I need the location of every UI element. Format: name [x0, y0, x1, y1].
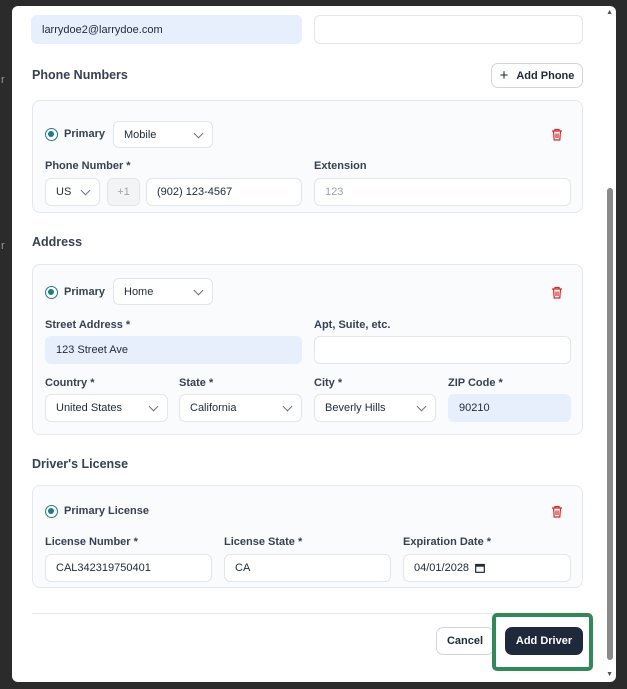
state-value: California	[190, 402, 237, 414]
backdrop-text-left-2: r	[1, 240, 5, 252]
street-address-label: Street Address *	[45, 319, 131, 331]
backdrop-text-left: r	[1, 74, 5, 86]
state-label: State *	[179, 377, 214, 389]
phone-type-value: Mobile	[124, 128, 157, 141]
primary-phone-radio[interactable]	[45, 128, 58, 141]
calendar-icon[interactable]	[475, 563, 485, 573]
phone-type-select[interactable]: Mobile	[113, 121, 213, 148]
address-title: Address	[32, 235, 83, 249]
zip-code-label: ZIP Code *	[448, 377, 503, 389]
country-select[interactable]: United States	[45, 394, 168, 422]
street-address-input[interactable]: 123 Street Ave	[45, 336, 302, 364]
chevron-down-icon	[80, 185, 91, 196]
country-value: United States	[56, 402, 123, 414]
chevron-down-icon	[193, 128, 204, 139]
primary-address-label: Primary	[64, 286, 105, 298]
license-state-label: License State *	[224, 536, 303, 548]
trash-icon[interactable]	[551, 128, 563, 141]
zip-code-input[interactable]: 90210	[448, 394, 571, 422]
city-label: City *	[314, 377, 343, 389]
license-state-input[interactable]: CA	[224, 554, 391, 582]
scroll-down-arrow[interactable]: ▼	[606, 671, 613, 678]
expiration-date-value: 04/01/2028	[414, 562, 470, 574]
license-number-label: License Number *	[45, 536, 138, 548]
address-type-select[interactable]: Home	[113, 278, 213, 305]
primary-license-label: Primary License	[64, 505, 149, 517]
extension-input[interactable]: 123	[314, 178, 571, 206]
trash-icon[interactable]	[551, 505, 563, 518]
primary-phone-label: Primary	[64, 128, 105, 140]
expiration-date-label: Expiration Date *	[403, 536, 492, 548]
highlight-box	[492, 613, 593, 671]
phone-number-label: Phone Number *	[45, 160, 131, 172]
add-phone-button[interactable]: + Add Phone	[491, 63, 583, 88]
scroll-up-arrow[interactable]: ▲	[606, 9, 613, 16]
primary-address-radio[interactable]	[45, 286, 58, 299]
cancel-button[interactable]: Cancel	[436, 627, 494, 655]
phone-numbers-title: Phone Numbers	[32, 68, 128, 82]
phone-country-select[interactable]: US	[45, 178, 100, 206]
phone-number-input[interactable]: (902) 123-4567	[146, 178, 302, 206]
apt-label: Apt, Suite, etc.	[314, 319, 391, 331]
email-field[interactable]: larrydoe2@larrydoe.com	[31, 15, 302, 44]
address-card: Primary Home Street Address * Apt, Suite…	[32, 264, 583, 435]
primary-license-radio[interactable]	[45, 505, 58, 518]
scrollbar-thumb[interactable]	[607, 188, 613, 660]
chevron-down-icon	[416, 401, 427, 412]
plus-icon: +	[499, 67, 509, 84]
phone-card: Primary Mobile Phone Number * Extension …	[32, 100, 583, 213]
phone-country-value: US	[56, 186, 72, 198]
expiration-date-input[interactable]: 04/01/2028	[403, 554, 571, 582]
add-phone-label: Add Phone	[516, 69, 575, 82]
country-label: Country *	[45, 377, 95, 389]
city-value: Beverly Hills	[325, 402, 386, 414]
drivers-license-title: Driver's License	[32, 457, 129, 471]
address-type-value: Home	[124, 285, 154, 298]
city-select[interactable]: Beverly Hills	[314, 394, 436, 422]
chevron-down-icon	[282, 401, 293, 412]
license-card: Primary License License Number * License…	[32, 485, 583, 588]
trash-icon[interactable]	[551, 286, 563, 299]
employer-field[interactable]	[314, 15, 583, 44]
dial-prefix: +1	[107, 178, 140, 206]
modal-scroll-content[interactable]: larrydoe2@larrydoe.com Phone Numbers + A…	[12, 6, 616, 682]
state-select[interactable]: California	[179, 394, 302, 422]
extension-label: Extension	[314, 160, 367, 172]
license-number-input[interactable]: CAL342319750401	[45, 554, 212, 582]
chevron-down-icon	[193, 285, 204, 296]
chevron-down-icon	[148, 401, 159, 412]
apt-input[interactable]	[314, 336, 571, 364]
add-driver-modal: larrydoe2@larrydoe.com Phone Numbers + A…	[12, 6, 616, 682]
